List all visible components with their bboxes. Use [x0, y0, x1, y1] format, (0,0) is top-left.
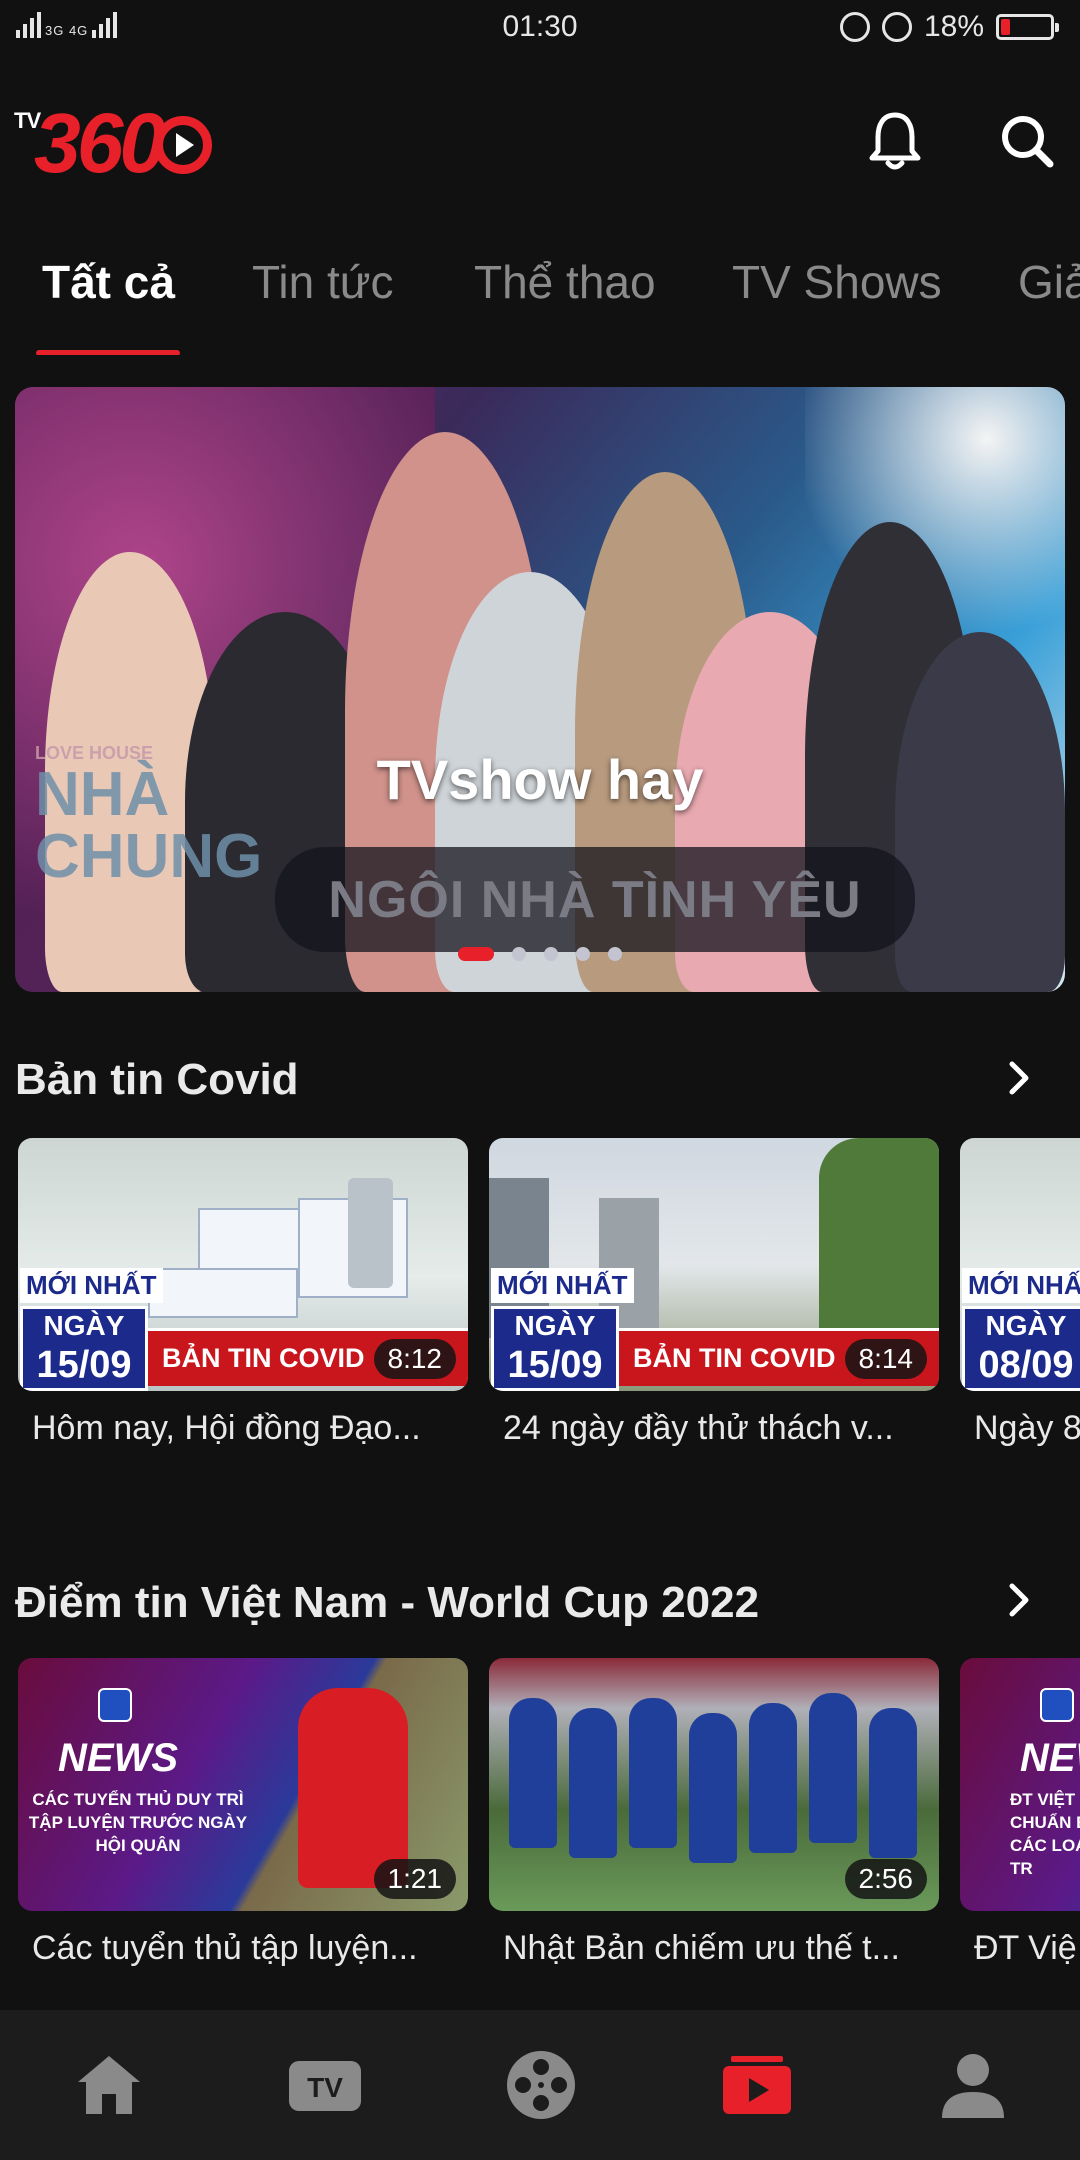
video-duration: 2:56 — [844, 1859, 927, 1899]
badge-latest: MỚI NHẤT — [491, 1268, 634, 1303]
nav-home[interactable] — [64, 2040, 154, 2130]
banner-title: TVshow hay — [376, 748, 704, 811]
logo-number: 360 — [34, 96, 166, 190]
battery-icon — [996, 14, 1059, 40]
section-more-covid[interactable] — [1000, 1058, 1040, 1098]
sports-channel-logo — [1040, 1688, 1074, 1722]
video-thumbnail[interactable]: MỚI NHẤT NGÀY 08/09 — [960, 1138, 1080, 1391]
lock-rotation-icon — [839, 12, 870, 42]
video-card[interactable]: MỚI NHẤT NGÀY 15/09 BẢN TIN COVID 8:12 H… — [18, 1138, 468, 1448]
film-reel-icon — [507, 2051, 575, 2119]
badge-latest: MỚI NHẤT — [20, 1268, 163, 1303]
video-thumbnail[interactable]: NEW ĐT VIỆT N CHUẨN BỊ CÁC LOẠT TR — [960, 1658, 1080, 1911]
video-card[interactable]: 2:56 Nhật Bản chiếm ưu thế t... — [489, 1658, 939, 1968]
notification-button[interactable] — [860, 106, 930, 176]
svg-text:TV: TV — [307, 2072, 343, 2103]
user-icon — [942, 2054, 1004, 2118]
tv-icon: TV — [289, 2061, 361, 2111]
carousel-dot[interactable] — [608, 947, 622, 961]
nav-movies[interactable] — [496, 2040, 586, 2130]
logo-play-icon — [154, 116, 212, 174]
battery-level — [1001, 19, 1010, 35]
badge-latest: MỚI NHẤT — [962, 1268, 1080, 1303]
battery-percent: 18% — [923, 10, 984, 43]
video-card[interactable]: MỚI NHẤT NGÀY 08/09 Ngày 8 — [960, 1138, 1080, 1448]
app-header: TV 360 — [0, 90, 1080, 200]
carousel-indicator — [15, 947, 1065, 961]
active-tab-indicator — [36, 350, 180, 355]
chevron-right-icon — [1009, 1061, 1029, 1095]
video-thumbnail[interactable]: MỚI NHẤT NGÀY 15/09 BẢN TIN COVID 8:14 — [489, 1138, 939, 1391]
tab-all[interactable]: Tất cả — [42, 255, 175, 309]
video-title[interactable]: Hôm nay, Hội đồng Đạo... — [18, 1409, 468, 1448]
video-card[interactable]: NEWS CÁC TUYỂN THỦ DUY TRÌ TẬP LUYỆN TRƯ… — [18, 1658, 468, 1968]
section-title-worldcup[interactable]: Điểm tin Việt Nam - World Cup 2022 — [15, 1578, 759, 1628]
video-card[interactable]: NEW ĐT VIỆT N CHUẨN BỊ CÁC LOẠT TR ĐT Vi… — [960, 1658, 1080, 1968]
nav-tv[interactable]: TV — [280, 2040, 370, 2130]
video-title[interactable]: ĐT Việ — [960, 1929, 1080, 1968]
video-title[interactable]: Các tuyển thủ tập luyện... — [18, 1929, 468, 1968]
sports-channel-logo — [98, 1688, 132, 1722]
covid-video-row: MỚI NHẤT NGÀY 15/09 BẢN TIN COVID 8:12 H… — [18, 1138, 1080, 1458]
news-subtitle: CÁC TUYỂN THỦ DUY TRÌ TẬP LUYỆN TRƯỚC NG… — [28, 1790, 248, 1855]
nav-profile[interactable] — [928, 2040, 1018, 2130]
player-figure — [298, 1688, 408, 1888]
video-thumbnail[interactable]: NEWS CÁC TUYỂN THỦ DUY TRÌ TẬP LUYỆN TRƯ… — [18, 1658, 468, 1911]
worldcup-video-row: NEWS CÁC TUYỂN THỦ DUY TRÌ TẬP LUYỆN TRƯ… — [18, 1658, 1080, 1978]
section-more-worldcup[interactable] — [1000, 1580, 1040, 1620]
video-duration: 8:12 — [373, 1339, 456, 1379]
video-card[interactable]: MỚI NHẤT NGÀY 15/09 BẢN TIN COVID 8:14 2… — [489, 1138, 939, 1448]
bell-icon — [869, 112, 921, 170]
tv360-logo[interactable]: TV 360 — [14, 98, 214, 188]
date-badge: NGÀY 08/09 — [962, 1306, 1080, 1391]
carousel-dot[interactable] — [458, 947, 494, 961]
news-subtitle: ĐT VIỆT N CHUẨN BỊ CÁC LOẠT TR — [1010, 1790, 1080, 1878]
video-title[interactable]: Ngày 8 — [960, 1409, 1080, 1448]
news-label: NEW — [1020, 1736, 1080, 1780]
search-icon — [1002, 116, 1054, 168]
carousel-dot[interactable] — [512, 947, 526, 961]
news-label: NEWS — [58, 1736, 178, 1780]
carousel-dot[interactable] — [544, 947, 558, 961]
video-title[interactable]: 24 ngày đầy thử thách v... — [489, 1409, 939, 1448]
video-play-icon — [723, 2056, 791, 2114]
video-title[interactable]: Nhật Bản chiếm ưu thế t... — [489, 1929, 939, 1968]
date-badge: NGÀY 15/09 — [491, 1306, 619, 1391]
tab-news[interactable]: Tin tức — [252, 255, 394, 309]
home-icon — [78, 2056, 140, 2114]
video-thumbnail[interactable]: MỚI NHẤT NGÀY 15/09 BẢN TIN COVID 8:12 — [18, 1138, 468, 1391]
section-title-covid[interactable]: Bản tin Covid — [15, 1055, 299, 1105]
banner-show-title: NGÔI NHÀ TÌNH YÊU — [275, 847, 915, 952]
video-thumbnail[interactable]: 2:56 — [489, 1658, 939, 1911]
tab-entertainment[interactable]: Giả — [1018, 255, 1080, 309]
video-duration: 1:21 — [373, 1859, 456, 1899]
category-tabs: Tất cả Tin tức Thể thao TV Shows Giả — [0, 255, 1080, 355]
tab-tv-shows[interactable]: TV Shows — [732, 255, 942, 309]
search-button[interactable] — [992, 106, 1062, 176]
nav-videos[interactable] — [712, 2040, 802, 2130]
carousel-dot[interactable] — [576, 947, 590, 961]
alarm-icon — [881, 12, 912, 42]
video-duration: 8:14 — [844, 1339, 927, 1379]
banner-person — [895, 632, 1065, 992]
bottom-navigation: TV — [0, 2010, 1080, 2160]
hero-banner[interactable]: LOVE HOUSE NHÀ CHUNG NGÔI NHÀ TÌNH YÊU T… — [15, 387, 1065, 992]
chevron-right-icon — [1009, 1583, 1029, 1617]
tab-sports[interactable]: Thể thao — [474, 255, 656, 309]
date-badge: NGÀY 15/09 — [20, 1306, 148, 1391]
status-bar: 3G 4G 01:30 18% — [0, 0, 1080, 56]
